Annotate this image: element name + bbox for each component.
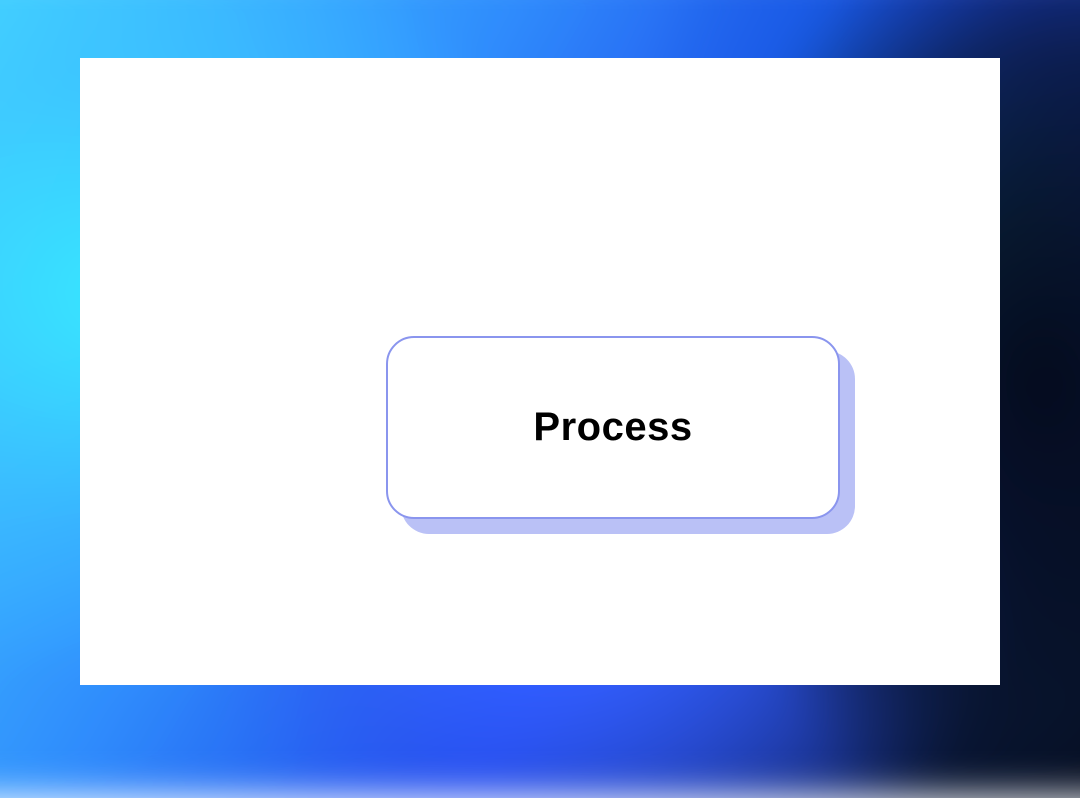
process-node-label: Process bbox=[533, 405, 692, 450]
diagram-canvas: Process bbox=[80, 58, 1000, 685]
process-node-wrapper: Process bbox=[386, 336, 840, 519]
process-node[interactable]: Process bbox=[386, 336, 840, 519]
